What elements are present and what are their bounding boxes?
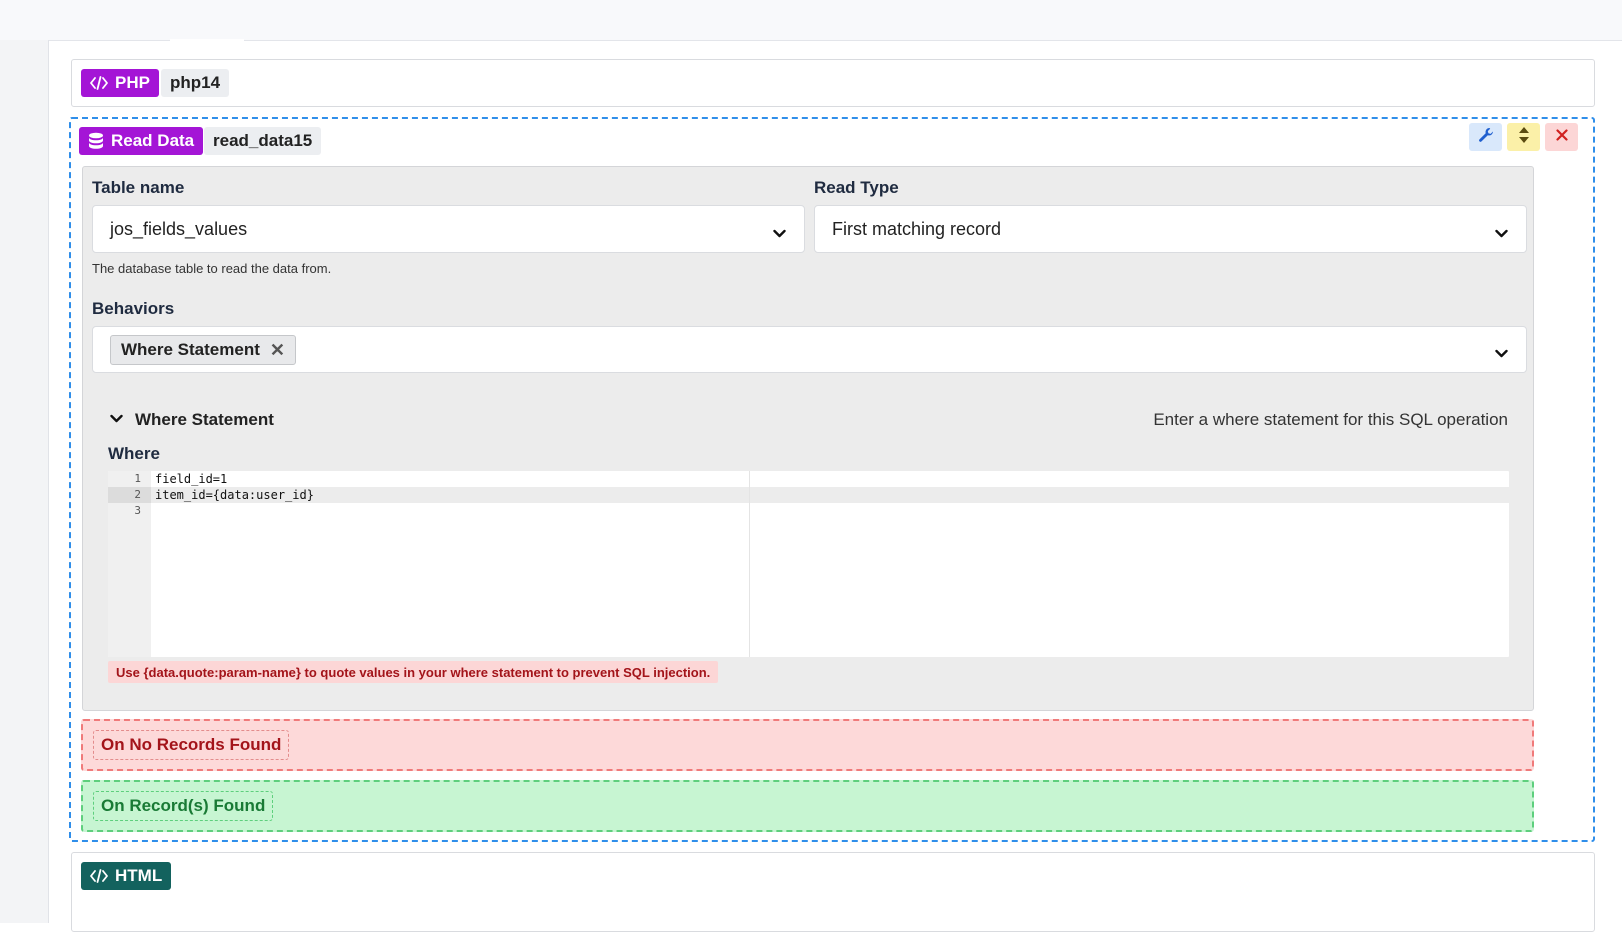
behaviors-label: Behaviors (92, 299, 175, 318)
collapse-toggle-button[interactable] (1507, 123, 1540, 151)
code-line[interactable]: item_id={data:user_id} (155, 487, 314, 503)
code-icon (90, 76, 108, 90)
read-type-label: Read Type (814, 178, 899, 197)
where-code-editor[interactable]: 1 2 3 field_id=1 item_id={data:user_id} (108, 471, 1509, 657)
php-tag-label: PHP (115, 73, 150, 92)
on-no-records-event[interactable]: On No Records Found (81, 719, 1534, 771)
chevron-down-icon (773, 223, 786, 244)
line-number: 1 (134, 472, 141, 485)
sql-injection-warning: Use {data.quote:param-name} to quote val… (108, 661, 719, 683)
read-data-tag[interactable]: Read Data (79, 127, 204, 155)
table-name-value: jos_fields_values (110, 218, 248, 239)
left-sidebar (0, 40, 49, 923)
active-line-highlight (108, 487, 1509, 503)
chevron-down-icon (1495, 343, 1508, 364)
chevron-down-icon (110, 411, 123, 429)
remove-chip-icon[interactable]: ✕ (270, 340, 285, 361)
read-type-value: First matching record (832, 218, 1002, 239)
delete-button[interactable] (1545, 123, 1578, 151)
html-tag-label: HTML (115, 866, 163, 885)
read-data-block[interactable]: Read Data read_data15 Table name jos_fie… (69, 117, 1595, 842)
where-label: Where (108, 444, 160, 463)
where-section-description: Enter a where statement for this SQL ope… (1153, 410, 1508, 429)
behaviors-select[interactable]: Where Statement ✕ (92, 326, 1527, 373)
chevron-down-icon (1495, 223, 1508, 244)
wrench-icon (1478, 127, 1494, 148)
behavior-chip-label: Where Statement (121, 340, 260, 359)
behavior-chip-where-statement[interactable]: Where Statement ✕ (110, 335, 296, 365)
sort-icon (1518, 126, 1530, 149)
on-no-records-label: On No Records Found (93, 730, 290, 760)
close-icon (1555, 128, 1568, 146)
code-line[interactable]: field_id=1 (155, 471, 227, 487)
on-records-found-label: On Record(s) Found (93, 791, 274, 821)
php-tag[interactable]: PHP (81, 69, 159, 97)
where-section-toggle[interactable]: Where Statement (110, 410, 274, 430)
html-block[interactable]: HTML (71, 852, 1595, 932)
top-bar (0, 0, 1622, 41)
read-data-block-name[interactable]: read_data15 (204, 127, 322, 155)
line-number: 3 (134, 504, 141, 517)
where-section-title: Where Statement (135, 410, 274, 429)
read-type-select[interactable]: First matching record (814, 205, 1527, 253)
table-name-select[interactable]: jos_fields_values (92, 205, 805, 253)
table-name-hint: The database table to read the data from… (92, 261, 332, 276)
line-number: 2 (134, 488, 141, 501)
database-icon (88, 132, 104, 150)
on-records-found-event[interactable]: On Record(s) Found (81, 780, 1534, 832)
php-block[interactable]: PHP php14 (71, 59, 1595, 107)
print-margin (749, 471, 750, 657)
code-icon (90, 869, 108, 883)
php-block-name[interactable]: php14 (161, 69, 230, 97)
read-data-tag-label: Read Data (111, 131, 195, 150)
edit-button[interactable] (1469, 123, 1502, 151)
workflow-canvas: PHP php14 Read Data read_data15 Table na… (48, 40, 1622, 932)
html-tag[interactable]: HTML (81, 862, 172, 890)
table-name-label: Table name (92, 178, 185, 197)
read-data-settings: Table name jos_fields_values The databas… (82, 166, 1534, 711)
